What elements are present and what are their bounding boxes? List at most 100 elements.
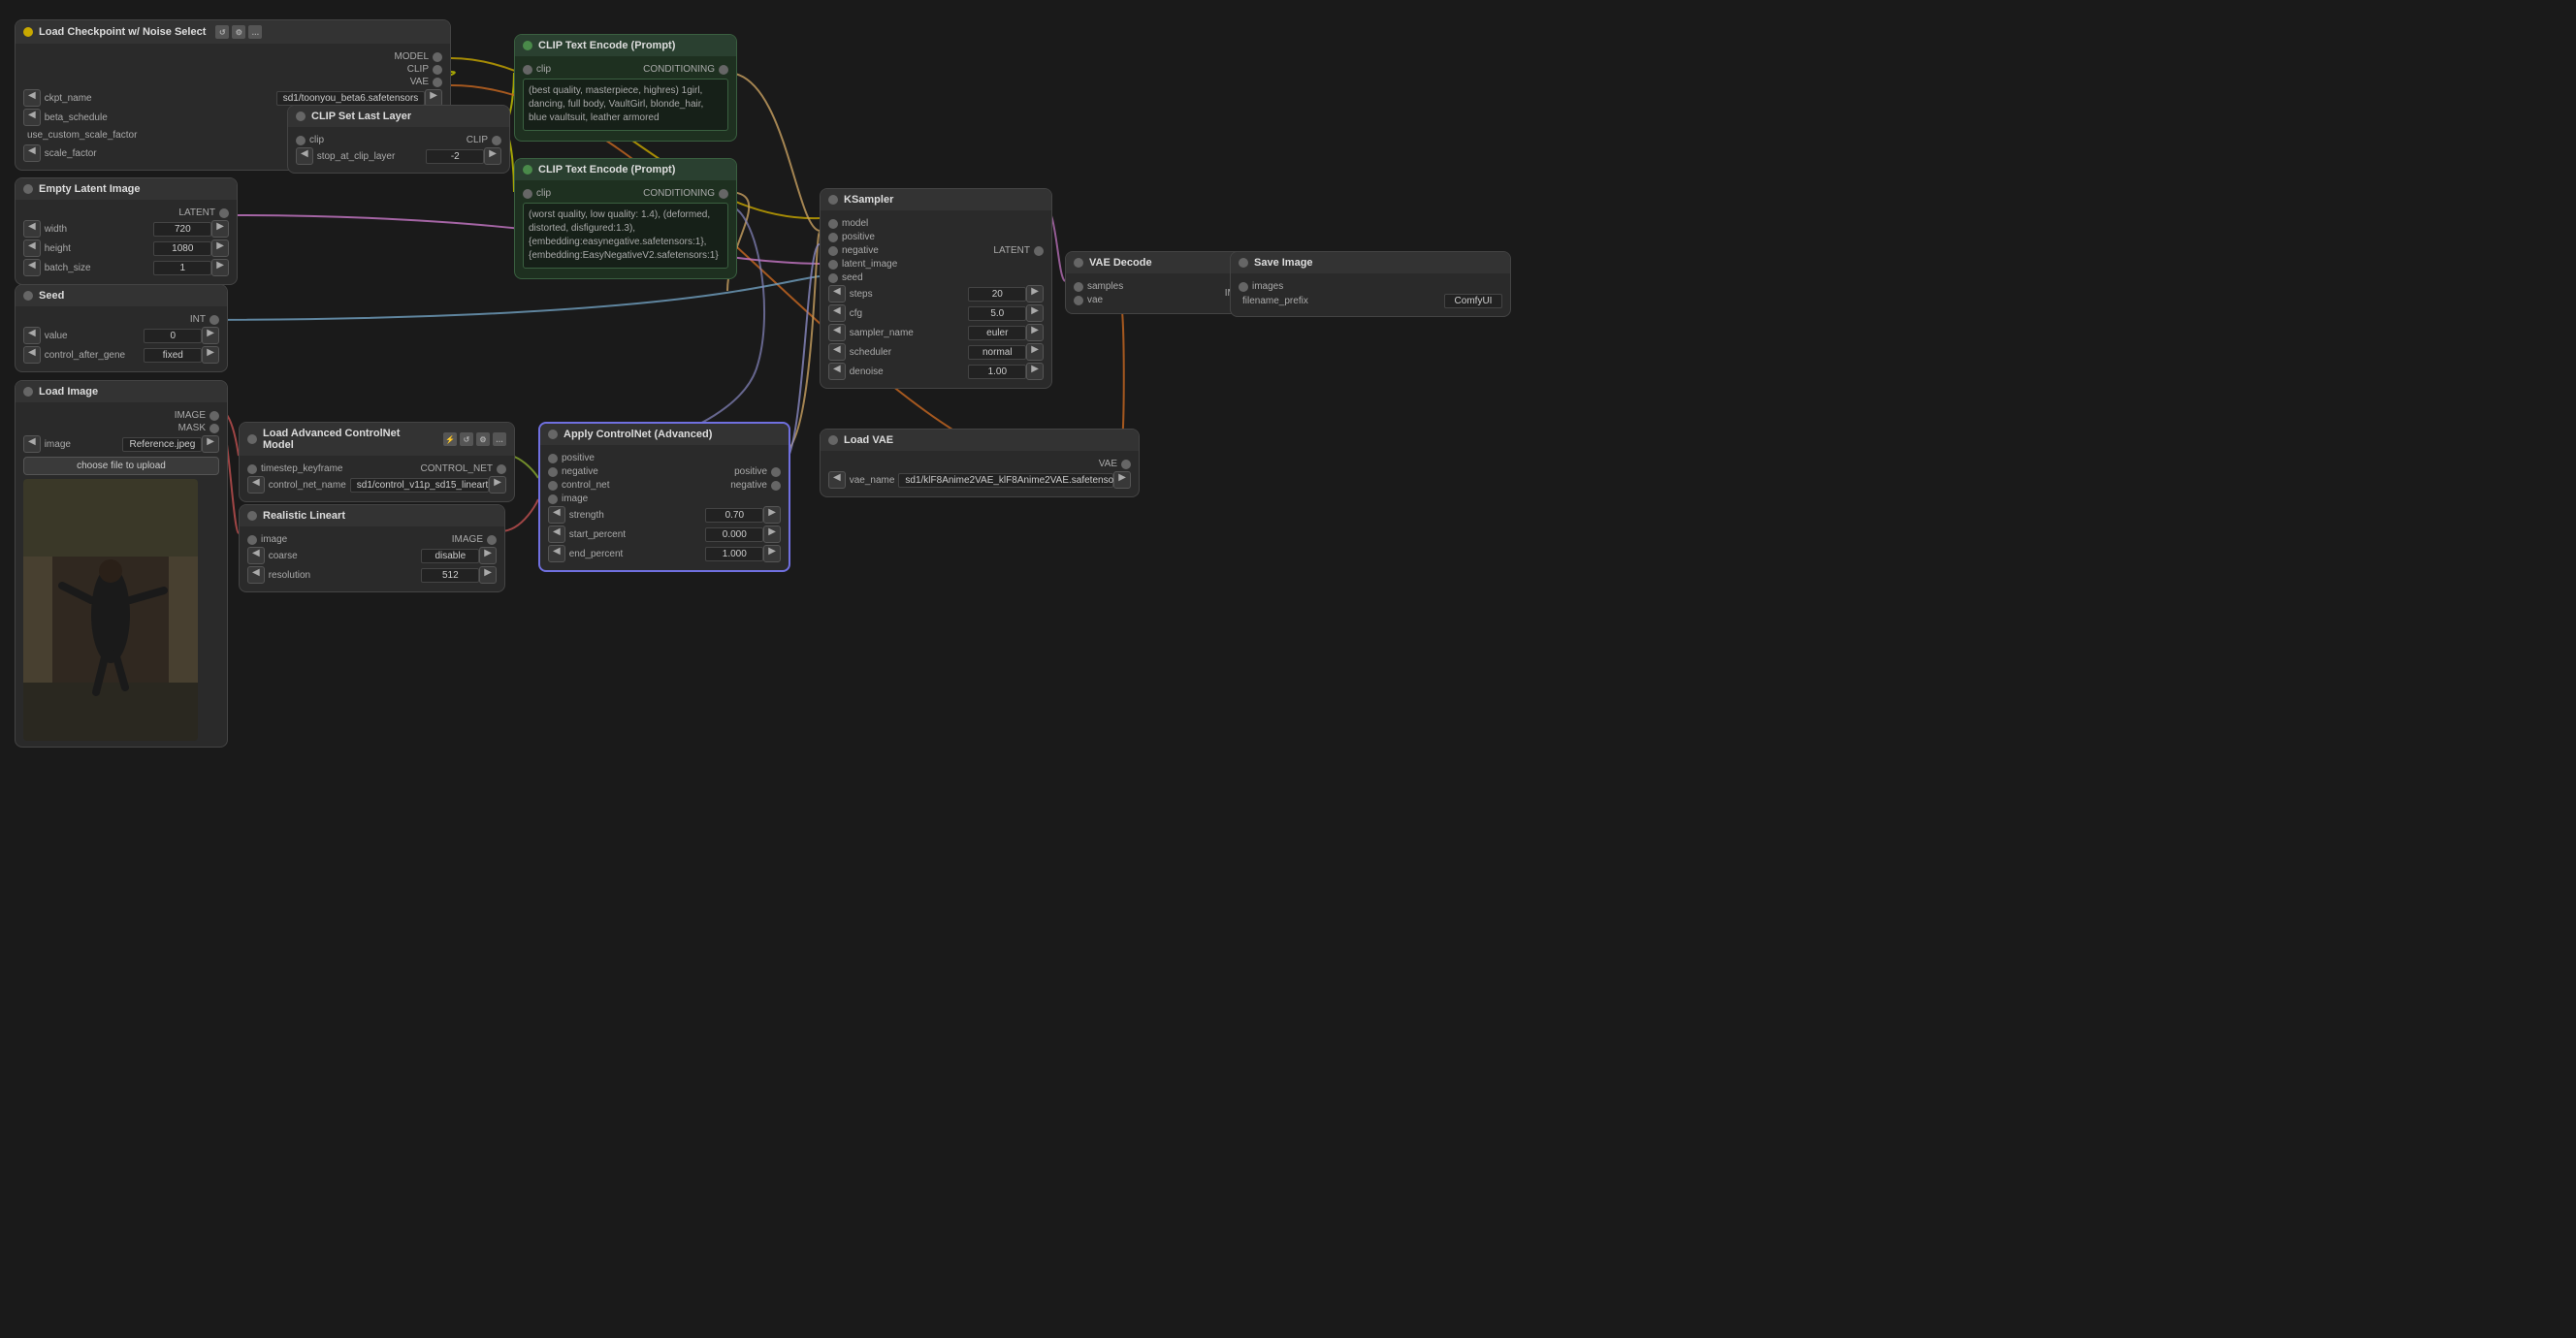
- control-net-cn-in-port[interactable]: [548, 481, 558, 491]
- batch-right-btn[interactable]: ▶: [211, 259, 229, 276]
- clip-in-port[interactable]: [296, 136, 306, 145]
- width-left-btn[interactable]: ◀: [23, 220, 41, 238]
- cn-name-left-btn[interactable]: ◀: [247, 476, 265, 494]
- strength-value[interactable]: 0.70: [705, 508, 763, 523]
- samples-in-port[interactable]: [1074, 282, 1083, 292]
- control-value[interactable]: fixed: [144, 348, 202, 363]
- vae-in-port[interactable]: [1074, 296, 1083, 305]
- int-out-port[interactable]: [209, 315, 219, 325]
- control-right-btn[interactable]: ▶: [202, 346, 219, 364]
- stop-value[interactable]: -2: [426, 149, 484, 164]
- images-in-port[interactable]: [1239, 282, 1248, 292]
- stop-left-btn[interactable]: ◀: [296, 147, 313, 165]
- image-out-port[interactable]: [209, 411, 219, 421]
- vae-name-left-btn[interactable]: ◀: [828, 471, 846, 489]
- denoise-left-btn[interactable]: ◀: [828, 363, 846, 380]
- image-cn-in-port[interactable]: [548, 494, 558, 504]
- cfg-left-btn[interactable]: ◀: [828, 304, 846, 322]
- coarse-value[interactable]: disable: [421, 549, 479, 563]
- latent-out-port[interactable]: [219, 208, 229, 218]
- cfg-right-btn[interactable]: ▶: [1026, 304, 1044, 322]
- negative-prompt-text[interactable]: (worst quality, low quality: 1.4), (defo…: [523, 203, 728, 269]
- vae-name-value[interactable]: sd1/klF8Anime2VAE_klF8Anime2VAE.safetens…: [898, 473, 1113, 488]
- positive-cn-in-port[interactable]: [548, 454, 558, 463]
- vae-output-port[interactable]: [433, 78, 442, 87]
- cn-name-right-btn[interactable]: ▶: [489, 476, 506, 494]
- beta-left-btn[interactable]: ◀: [23, 109, 41, 126]
- width-value[interactable]: 720: [153, 222, 211, 237]
- choose-file-button[interactable]: choose file to upload: [23, 457, 219, 475]
- positive-prompt-text[interactable]: (best quality, masterpiece, highres) 1gi…: [523, 79, 728, 131]
- end-right-btn[interactable]: ▶: [763, 545, 781, 562]
- positive-cn-out-port[interactable]: [771, 467, 781, 477]
- steps-left-btn[interactable]: ◀: [828, 285, 846, 303]
- positive-in-port[interactable]: [828, 233, 838, 242]
- controlnet-icon-4[interactable]: …: [493, 432, 506, 446]
- denoise-right-btn[interactable]: ▶: [1026, 363, 1044, 380]
- clip-output-port[interactable]: [433, 65, 442, 75]
- vae-load-out-port[interactable]: [1121, 460, 1131, 469]
- cfg-value[interactable]: 5.0: [968, 306, 1026, 321]
- scheduler-value[interactable]: normal: [968, 345, 1026, 360]
- vae-name-right-btn[interactable]: ▶: [1113, 471, 1131, 489]
- mask-out-port[interactable]: [209, 424, 219, 433]
- scale-left-btn[interactable]: ◀: [23, 144, 41, 162]
- clip-pos-in-port[interactable]: [523, 65, 532, 75]
- icon-settings[interactable]: ⚙: [232, 25, 245, 39]
- end-value[interactable]: 1.000: [705, 547, 763, 561]
- model-output-port[interactable]: [433, 52, 442, 62]
- lineart-image-out-port[interactable]: [487, 535, 497, 545]
- height-left-btn[interactable]: ◀: [23, 239, 41, 257]
- controlnet-icon-1[interactable]: ⚡: [443, 432, 457, 446]
- controlnet-icon-3[interactable]: ⚙: [476, 432, 490, 446]
- seed-right-btn[interactable]: ▶: [202, 327, 219, 344]
- strength-left-btn[interactable]: ◀: [548, 506, 565, 524]
- conditioning-pos-out-port[interactable]: [719, 65, 728, 75]
- resolution-left-btn[interactable]: ◀: [247, 566, 265, 584]
- resolution-value[interactable]: 512: [421, 568, 479, 583]
- model-in-port[interactable]: [828, 219, 838, 229]
- start-left-btn[interactable]: ◀: [548, 526, 565, 543]
- strength-right-btn[interactable]: ▶: [763, 506, 781, 524]
- ckpt-name-value[interactable]: sd1/toonyou_beta6.safetensors: [276, 91, 426, 106]
- ckpt-name-left-btn[interactable]: ◀: [23, 89, 41, 107]
- stop-right-btn[interactable]: ▶: [484, 147, 501, 165]
- resolution-right-btn[interactable]: ▶: [479, 566, 497, 584]
- seed-left-btn[interactable]: ◀: [23, 327, 41, 344]
- start-value[interactable]: 0.000: [705, 527, 763, 542]
- end-left-btn[interactable]: ◀: [548, 545, 565, 562]
- seed-in-port[interactable]: [828, 273, 838, 283]
- steps-right-btn[interactable]: ▶: [1026, 285, 1044, 303]
- timestep-in-port[interactable]: [247, 464, 257, 474]
- filename-prefix-value[interactable]: ComfyUI: [1444, 294, 1502, 308]
- icon-more[interactable]: …: [248, 25, 262, 39]
- image-right-btn[interactable]: ▶: [202, 435, 219, 453]
- denoise-value[interactable]: 1.00: [968, 365, 1026, 379]
- seed-value[interactable]: 0: [144, 329, 202, 343]
- coarse-right-btn[interactable]: ▶: [479, 547, 497, 564]
- control-left-btn[interactable]: ◀: [23, 346, 41, 364]
- image-value[interactable]: Reference.jpeg: [122, 437, 202, 452]
- sampler-value[interactable]: euler: [968, 326, 1026, 340]
- negative-cn-in-port[interactable]: [548, 467, 558, 477]
- cn-name-value[interactable]: sd1/control_v11p_sd15_lineart.pth: [350, 478, 490, 493]
- icon-refresh[interactable]: ↺: [215, 25, 229, 39]
- sampler-left-btn[interactable]: ◀: [828, 324, 846, 341]
- coarse-left-btn[interactable]: ◀: [247, 547, 265, 564]
- negative-in-port[interactable]: [828, 246, 838, 256]
- clip-neg-in-port[interactable]: [523, 189, 532, 199]
- latent-in-port[interactable]: [828, 260, 838, 270]
- batch-left-btn[interactable]: ◀: [23, 259, 41, 276]
- controlnet-icon-2[interactable]: ↺: [460, 432, 473, 446]
- sampler-right-btn[interactable]: ▶: [1026, 324, 1044, 341]
- conditioning-neg-out-port[interactable]: [719, 189, 728, 199]
- control-net-out-port[interactable]: [497, 464, 506, 474]
- image-left-btn[interactable]: ◀: [23, 435, 41, 453]
- negative-cn-out-port[interactable]: [771, 481, 781, 491]
- latent-ksampler-out-port[interactable]: [1034, 246, 1044, 256]
- height-value[interactable]: 1080: [153, 241, 211, 256]
- clip-out-port[interactable]: [492, 136, 501, 145]
- lineart-image-in-port[interactable]: [247, 535, 257, 545]
- steps-value[interactable]: 20: [968, 287, 1026, 302]
- scheduler-right-btn[interactable]: ▶: [1026, 343, 1044, 361]
